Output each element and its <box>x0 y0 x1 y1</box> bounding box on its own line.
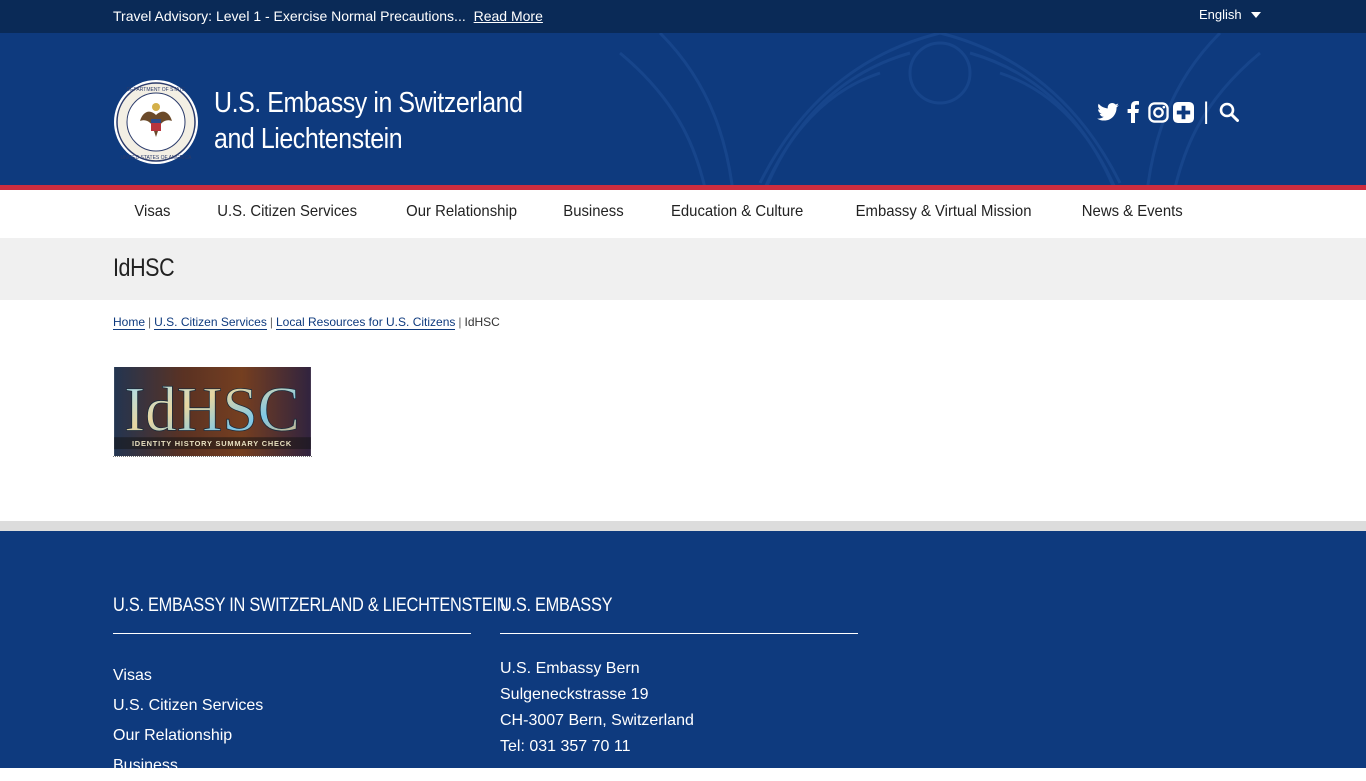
nav-item-business[interactable]: Business <box>545 190 643 238</box>
advisory-message: Travel Advisory: Level 1 - Exercise Norm… <box>113 8 466 24</box>
facebook-icon[interactable] <box>1121 100 1145 124</box>
advisory-read-more-link[interactable]: Read More <box>474 8 543 24</box>
breadcrumb-separator: | <box>148 315 152 329</box>
nav-item-news-events[interactable]: News & Events <box>1063 190 1201 238</box>
footer-address-phone: Tel: 031 357 70 11 <box>500 738 631 755</box>
svg-text:DEPARTMENT OF STATE: DEPARTMENT OF STATE <box>127 87 187 93</box>
nav-item-embassy-virtual-mission[interactable]: Embassy & Virtual Mission <box>837 190 1050 238</box>
footer-address-street: Sulgeneckstrasse 19 <box>500 686 649 703</box>
footer-link-business[interactable]: Business <box>113 751 263 781</box>
footer-link-us-citizen-services[interactable]: U.S. Citizen Services <box>113 691 263 721</box>
instagram-icon[interactable] <box>1146 100 1170 124</box>
breadcrumb-separator: | <box>269 315 273 329</box>
site-title-line2: and Liechtenstein <box>214 123 403 155</box>
social-links: | <box>1096 99 1242 125</box>
breadcrumb-local-resources[interactable]: Local Resources for U.S. Citizens <box>275 315 456 330</box>
search-icon[interactable] <box>1217 100 1241 124</box>
breadcrumb-separator: | <box>458 315 462 329</box>
main-navigation: Visas U.S. Citizen Services Our Relation… <box>0 190 1366 238</box>
chevron-down-icon <box>1250 11 1261 18</box>
footer-heading-us-embassy: U.S. EMBASSY <box>500 595 613 616</box>
footer-divider <box>500 633 858 634</box>
footer-address-city: CH-3007 Bern, Switzerland <box>500 712 694 729</box>
footer-address-name: U.S. Embassy Bern <box>500 660 640 677</box>
footer-heading-embassy: U.S. EMBASSY IN SWITZERLAND & LIECHTENST… <box>113 595 509 616</box>
language-selector[interactable]: English <box>1199 7 1261 22</box>
language-selected: English <box>1199 7 1242 22</box>
svg-text:UNITED STATES OF AMERICA: UNITED STATES OF AMERICA <box>121 155 193 161</box>
travel-advisory-bar: Travel Advisory: Level 1 - Exercise Norm… <box>0 0 1366 33</box>
advisory-text: Travel Advisory: Level 1 - Exercise Norm… <box>113 8 543 24</box>
department-of-state-seal-icon: DEPARTMENT OF STATE UNITED STATES OF AME… <box>114 80 198 164</box>
footer-link-visas[interactable]: Visas <box>113 661 263 691</box>
site-title-line1: U.S. Embassy in Switzerland <box>214 87 523 119</box>
breadcrumb: Home | U.S. Citizen Services | Local Resourc… <box>113 315 500 330</box>
site-header: DEPARTMENT OF STATE UNITED STATES OF AME… <box>0 33 1366 185</box>
nav-item-our-relationship[interactable]: Our Relationship <box>388 190 536 238</box>
twitter-icon[interactable] <box>1096 100 1120 124</box>
idhsc-image-title: IdHSC <box>124 374 300 444</box>
site-title[interactable]: U.S. Embassy in Switzerland and Liechten… <box>214 85 523 157</box>
idhsc-logo-image[interactable]: IdHSC IDENTITY HISTORY SUMMARY CHECK <box>113 367 312 457</box>
nav-item-visas[interactable]: Visas <box>116 190 189 238</box>
social-separator: | <box>1203 98 1210 125</box>
footer-divider <box>113 633 471 634</box>
plus-icon[interactable] <box>1171 100 1195 124</box>
breadcrumb-us-citizen-services[interactable]: U.S. Citizen Services <box>154 315 267 330</box>
page-title-band: IdHSC <box>0 238 1366 300</box>
footer-top-divider <box>0 521 1366 531</box>
breadcrumb-current: IdHSC <box>464 315 500 329</box>
nav-item-us-citizen-services[interactable]: U.S. Citizen Services <box>199 190 376 238</box>
site-footer: U.S. EMBASSY IN SWITZERLAND & LIECHTENST… <box>0 531 1366 774</box>
idhsc-image-caption: IDENTITY HISTORY SUMMARY CHECK <box>132 439 292 448</box>
nav-item-education-culture[interactable]: Education & Culture <box>653 190 823 238</box>
breadcrumb-home[interactable]: Home <box>113 315 146 330</box>
page-title: IdHSC <box>113 254 175 282</box>
footer-link-our-relationship[interactable]: Our Relationship <box>113 721 263 751</box>
